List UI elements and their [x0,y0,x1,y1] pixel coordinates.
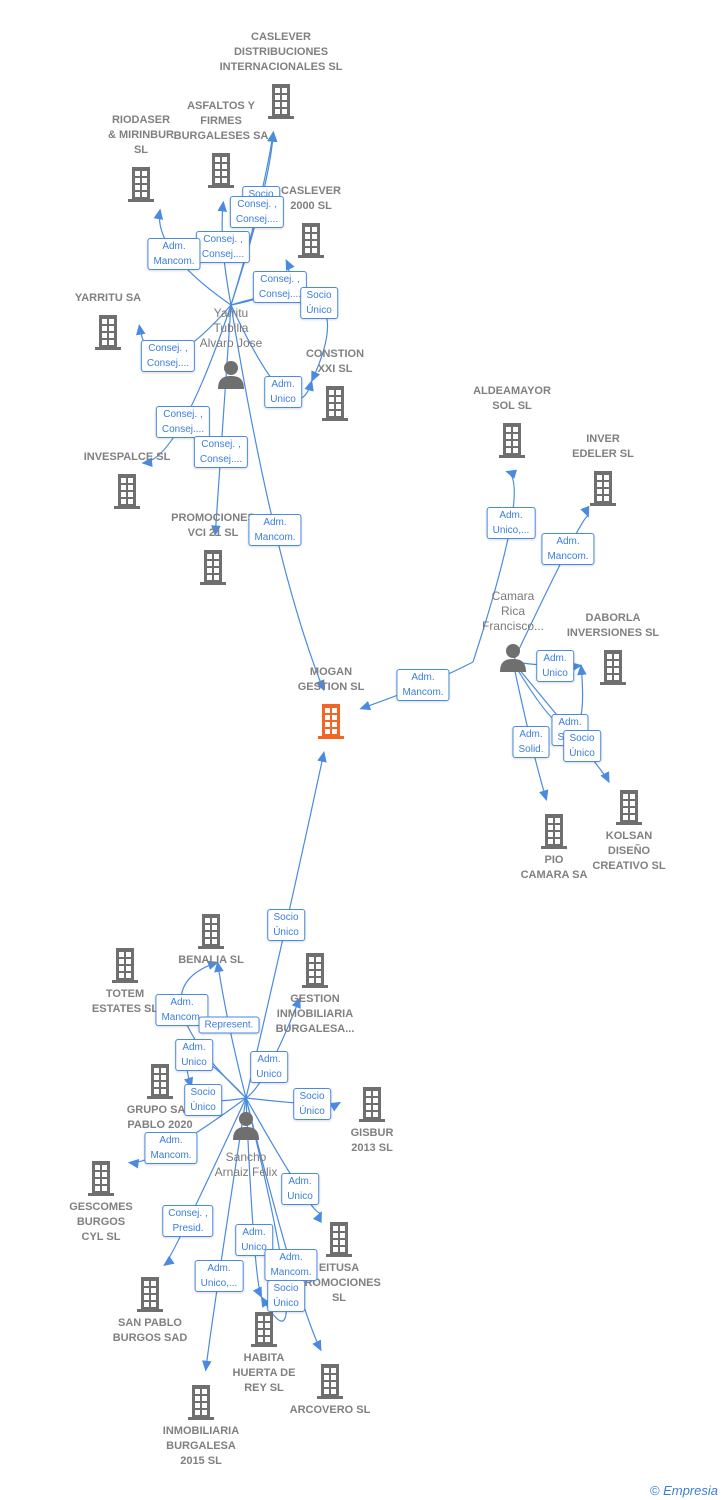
relation-label[interactable]: Consej. , Presid. [162,1205,214,1237]
relation-label[interactable]: Socio Único [563,730,601,762]
company-node-constion[interactable]: CONSTION XXI SL [306,348,364,426]
company-node-gescomes[interactable]: GESCOMES BURGOS CYL SL [69,1160,133,1243]
node-label: YARRITU SA [74,292,142,304]
company-node-benalia[interactable]: BENALIA SL [178,913,244,966]
node-label: GISBUR 2013 SL [350,1127,394,1154]
building-icon [315,703,347,744]
company-node-sanpablo[interactable]: SAN PABLO BURGOS SAD [113,1276,187,1344]
node-label: INVER EDELER SL [572,433,634,460]
relation-label[interactable]: Socio Único [184,1084,222,1116]
company-node-totem[interactable]: TOTEM ESTATES SL [92,947,158,1015]
node-label: ALDEAMAYOR SOL SL [473,385,551,412]
node-label: RIODASER & MIRINBUR SL [108,114,174,156]
node-label: GESCOMES BURGOS CYL SL [69,1201,133,1243]
relation-label[interactable]: Adm. Unico [281,1173,319,1205]
company-node-kolsan[interactable]: KOLSAN DISEÑO CREATIVO SL [592,789,666,872]
building-icon [299,952,331,993]
building-icon [613,789,645,830]
relation-label[interactable]: Socio Único [267,1280,305,1312]
relation-label[interactable]: Consej. , Consej.... [195,231,251,263]
company-node-riodaser[interactable]: RIODASER & MIRINBUR SL [108,114,174,207]
company-node-habita[interactable]: HABITA HUERTA DE REY SL [233,1311,295,1394]
building-icon [144,1063,176,1104]
relation-label[interactable]: Consej. , Consej.... [229,196,285,228]
building-icon [356,1086,388,1127]
building-icon [185,1384,217,1425]
company-node-gisbur[interactable]: GISBUR 2013 SL [351,1086,393,1154]
relation-label[interactable]: Consej. , Consej.... [193,436,249,468]
node-label: KOLSAN DISEÑO CREATIVO SL [592,830,666,872]
relation-label[interactable]: Adm. Unico [264,376,302,408]
node-label: GESTION INMOBILIARIA BURGALESA... [275,993,355,1035]
relation-label[interactable]: Adm. Unico,... [194,1260,244,1292]
node-label: BENALIA SL [178,954,244,966]
company-node-daborla[interactable]: DABORLA INVERSIONES SL [567,612,659,690]
building-icon [587,470,619,511]
person-icon [231,1110,261,1145]
relation-label[interactable]: Adm. Solid. [512,726,550,758]
company-node-arcovero[interactable]: ARCOVERO SL [290,1363,370,1416]
building-icon [134,1276,166,1317]
relation-label[interactable]: Adm. Unico [175,1039,213,1071]
company-node-eitusa[interactable]: EITUSA PROMOCIONES SL [297,1221,381,1304]
node-label: Camara Rica Francisco... [481,589,544,633]
company-node-grupo[interactable]: GRUPO SAN PABLO 2020 [127,1063,193,1131]
node-label: INVESPALCE SL [83,451,171,463]
company-node-caslever2000[interactable]: CASLEVER 2000 SL [281,185,341,263]
person-node-camara[interactable]: Camara Rica Francisco... [482,589,544,677]
relation-label[interactable]: Adm. Mancom. [144,1132,198,1164]
building-icon [248,1311,280,1352]
relation-label[interactable]: Adm. Mancom. [541,533,595,565]
brand-credit: © Empresia [649,1483,718,1498]
node-label: ARCOVERO SL [289,1404,371,1416]
building-icon [496,422,528,463]
node-label: MOGAN GESTION SL [297,666,365,693]
building-icon [125,166,157,207]
node-label: CONSTION XXI SL [305,348,365,375]
node-label: SAN PABLO BURGOS SAD [112,1317,188,1344]
relation-label[interactable]: Socio Único [300,287,338,319]
building-icon [205,152,237,193]
person-icon [216,359,246,394]
company-node-yarritu_sa[interactable]: YARRITU SA [75,292,141,355]
building-icon [319,385,351,426]
relation-label[interactable]: Adm. Unico [250,1051,288,1083]
person-node-sancho[interactable]: Sancho Arnaiz Felix [215,1110,277,1179]
relation-label[interactable]: Adm. Unico,... [486,507,536,539]
company-node-promociones[interactable]: PROMOCIONES VCI 21 SL [171,512,255,590]
node-label: CASLEVER DISTRIBUCIONES INTERNACIONALES … [219,31,343,73]
relation-label[interactable]: Consej. , Consej.... [155,406,211,438]
company-node-inver[interactable]: INVER EDELER SL [572,433,634,511]
building-icon [597,649,629,690]
building-icon [295,222,327,263]
building-icon [323,1221,355,1262]
person-node-yarritu[interactable]: Yarritu Tubilla Alvaro Jose [200,306,262,394]
company-node-invespalce[interactable]: INVESPALCE SL [84,451,170,514]
person-icon [498,642,528,677]
relation-label[interactable]: Socio Único [267,909,305,941]
building-icon [109,947,141,988]
building-icon [195,913,227,954]
building-icon [314,1363,346,1404]
company-node-aldeamayor[interactable]: ALDEAMAYOR SOL SL [473,385,551,463]
company-node-mogan[interactable]: MOGAN GESTION SL [298,666,364,744]
building-icon [85,1160,117,1201]
relation-label[interactable]: Adm. Mancom. [396,669,450,701]
relation-label[interactable]: Consej. , Consej.... [140,340,196,372]
relation-label[interactable]: Adm. Mancom. [147,238,201,270]
relation-label[interactable]: Adm. Unico [536,650,574,682]
building-icon [111,473,143,514]
relation-label[interactable]: Socio Único [293,1088,331,1120]
relation-label[interactable]: Consej. , Consej.... [252,271,308,303]
company-node-inmob2015[interactable]: INMOBILIARIA BURGALESA 2015 SL [163,1384,239,1467]
company-node-asfaltos[interactable]: ASFALTOS Y FIRMES BURGALESES SA [174,100,268,193]
company-node-gestion[interactable]: GESTION INMOBILIARIA BURGALESA... [276,952,354,1035]
relation-label[interactable]: Represent. [198,1016,260,1034]
relation-label[interactable]: Adm. Mancom. [248,514,302,546]
relation-label[interactable]: Adm. Mancom. [264,1249,318,1281]
building-icon [92,314,124,355]
building-icon [197,549,229,590]
node-label: INMOBILIARIA BURGALESA 2015 SL [162,1425,240,1467]
